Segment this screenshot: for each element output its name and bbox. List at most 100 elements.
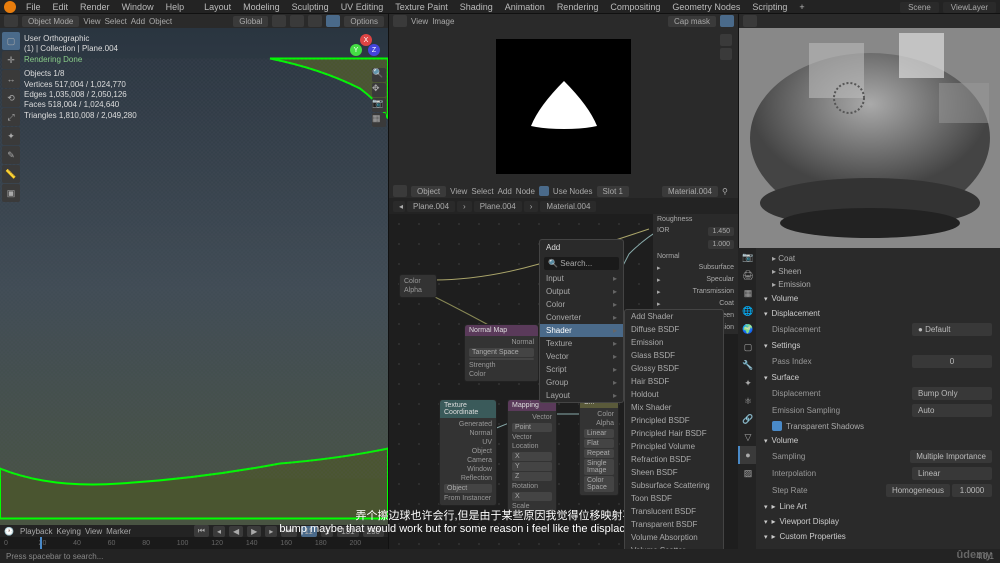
tab-physics[interactable]: ⚛ [738, 392, 756, 410]
add-item-shader[interactable]: Shader▸ [540, 324, 623, 337]
editor-type-icon[interactable] [4, 15, 18, 27]
add-item-color[interactable]: Color▸ [540, 298, 623, 311]
shader-toon[interactable]: Toon BSDF [625, 492, 723, 505]
slot-dropdown[interactable]: Slot 1 [597, 186, 629, 197]
camera-icon[interactable]: 📷 [372, 98, 386, 112]
field-tangent-space[interactable]: Tangent Space [469, 348, 534, 357]
side-transmission[interactable]: Transmission [693, 288, 734, 296]
img-pan-icon[interactable] [720, 48, 732, 60]
node-color[interactable]: Color Alpha [399, 274, 437, 298]
shader-translucent[interactable]: Translucent BSDF [625, 505, 723, 518]
loc-y[interactable]: Y [512, 462, 552, 471]
shader-add[interactable]: Add Shader [625, 310, 723, 323]
side-specular[interactable]: Specular [706, 276, 734, 284]
shader-principledvol[interactable]: Principled Volume [625, 440, 723, 453]
playhead[interactable] [40, 537, 42, 549]
tab-render[interactable]: 📷 [738, 248, 756, 266]
side-subsurface[interactable]: Subsurface [699, 264, 734, 272]
tool-annotate[interactable]: ✎ [2, 146, 20, 164]
shader-emission[interactable]: Emission [625, 336, 723, 349]
shader-sheen[interactable]: Sheen BSDF [625, 466, 723, 479]
image-editor[interactable]: View Image Cap mask [389, 14, 738, 184]
loc-x[interactable]: X [512, 452, 552, 461]
section-displacement[interactable]: Displacement [760, 306, 996, 321]
tool-addcube[interactable]: ▣ [2, 184, 20, 202]
shader-holdout[interactable]: Holdout [625, 388, 723, 401]
node-mapping[interactable]: Mapping Vector Point Vector Location X Y… [507, 399, 557, 514]
rot-x[interactable]: X [512, 492, 552, 501]
img-menu-view[interactable]: View [411, 17, 428, 26]
nav-gizmo[interactable]: X Y Z [350, 34, 380, 64]
img-zoom-icon[interactable] [720, 34, 732, 46]
node-editor[interactable]: Object View Select Add Node Use Nodes Sl… [389, 184, 738, 549]
breadcrumb-obj[interactable]: Plane.004 [407, 201, 455, 212]
timeline-view[interactable]: View [85, 527, 102, 536]
shader-mix[interactable]: Mix Shader [625, 401, 723, 414]
node-image-texture[interactable]: MEAN—S... Color Alpha Linear Flat Repeat… [579, 389, 619, 496]
perspective-icon[interactable]: ▦ [372, 113, 386, 127]
tool-measure[interactable]: 📏 [2, 165, 20, 183]
workspace-layout[interactable]: Layout [198, 2, 237, 12]
workspace-add[interactable]: + [793, 2, 810, 12]
menu-file[interactable]: File [20, 2, 47, 12]
check-instancer[interactable]: From Instancer [444, 495, 491, 502]
timeline-marker[interactable]: Marker [106, 527, 131, 536]
add-item-layout[interactable]: Layout▸ [540, 389, 623, 402]
workspace-scripting[interactable]: Scripting [746, 2, 793, 12]
add-item-texture[interactable]: Texture▸ [540, 337, 623, 350]
workspace-sculpting[interactable]: Sculpting [286, 2, 335, 12]
tab-object[interactable]: ▢ [738, 338, 756, 356]
node-editor-type-icon[interactable] [393, 185, 407, 197]
tab-viewlayer[interactable]: ▦ [738, 284, 756, 302]
field-colorspace[interactable]: Color Space [584, 476, 614, 492]
timeline-track[interactable]: 0 20 40 60 80 100 120 140 160 180 200 [0, 537, 388, 549]
shader-glossy[interactable]: Glossy BSDF [625, 362, 723, 375]
shader-volabsorb[interactable]: Volume Absorption [625, 531, 723, 544]
breadcrumb-mesh[interactable]: Plane.004 [474, 201, 522, 212]
vp-menu-object[interactable]: Object [149, 17, 172, 26]
tool-move[interactable]: ↔ [2, 70, 20, 88]
shader-refraction[interactable]: Refraction BSDF [625, 453, 723, 466]
checkbox-icon[interactable] [772, 421, 782, 431]
menu-window[interactable]: Window [116, 2, 160, 12]
workspace-animation[interactable]: Animation [499, 2, 551, 12]
add-item-vector[interactable]: Vector▸ [540, 350, 623, 363]
node-obj-dropdown[interactable]: Object [411, 186, 446, 197]
shader-principledhair[interactable]: Principled Hair BSDF [625, 427, 723, 440]
add-item-group[interactable]: Group▸ [540, 376, 623, 389]
img-menu-image[interactable]: Image [432, 17, 454, 26]
timeline-keying[interactable]: Keying [56, 527, 80, 536]
side-ior-val[interactable]: 1.450 [708, 227, 734, 236]
loc-z[interactable]: Z [512, 472, 552, 481]
tab-output[interactable]: 🖨 [738, 266, 756, 284]
field-uvmap[interactable] [469, 358, 534, 360]
vol-interp-value[interactable]: Linear [912, 467, 992, 480]
node-normal-map[interactable]: Normal Map Normal Tangent Space Strength… [464, 324, 539, 382]
breadcrumb-mat[interactable]: Material.004 [540, 201, 596, 212]
timeline-type-icon[interactable]: 🕐 [4, 527, 16, 536]
surf-disp-value[interactable]: Bump Only [912, 387, 992, 400]
tab-texture[interactable]: ▨ [738, 464, 756, 482]
play-start-icon[interactable]: ⏮ [194, 525, 209, 537]
vol-homog[interactable]: Homogeneous [886, 484, 950, 497]
shader-diffuse[interactable]: Diffuse BSDF [625, 323, 723, 336]
add-item-converter[interactable]: Converter▸ [540, 311, 623, 324]
tool-rotate[interactable]: ⟲ [2, 89, 20, 107]
tab-scene[interactable]: 🌐 [738, 302, 756, 320]
shader-principled[interactable]: Principled BSDF [625, 414, 723, 427]
add-item-output[interactable]: Output▸ [540, 285, 623, 298]
img-editor-type-icon[interactable] [393, 15, 407, 27]
add-item-script[interactable]: Script▸ [540, 363, 623, 376]
pan-icon[interactable]: ✥ [372, 83, 386, 97]
prop-emission2[interactable]: Emission [778, 280, 810, 289]
field-flat[interactable]: Flat [584, 439, 614, 448]
prop-sheen[interactable]: Sheen [778, 267, 801, 276]
section-lineart[interactable]: ▸ Line Art [760, 499, 996, 514]
pin-icon[interactable]: ⚲ [722, 187, 734, 196]
use-nodes-checkbox[interactable] [539, 186, 549, 196]
workspace-compositing[interactable]: Compositing [604, 2, 666, 12]
workspace-shading[interactable]: Shading [454, 2, 499, 12]
shader-volscatter[interactable]: Volume Scatter [625, 544, 723, 549]
material-dropdown[interactable]: Material.004 [662, 186, 718, 197]
scene-field[interactable]: Scene [900, 2, 939, 13]
